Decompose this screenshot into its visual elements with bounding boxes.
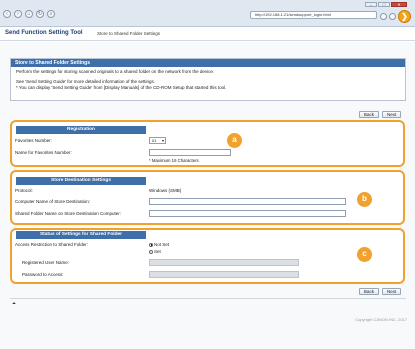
radio-set[interactable]: Set <box>149 249 161 254</box>
favorites-number-select[interactable]: 01 ▾ <box>149 137 166 144</box>
max-characters-note: * Maximum 16 Characters <box>149 158 199 163</box>
go-arrow-icon[interactable]: ❯ <box>398 10 411 23</box>
callout-badge-b: b <box>357 192 372 207</box>
copyright: Copyright CANON INC. 2017 <box>355 317 407 322</box>
access-restriction-label: Access Restriction to Shared Folder: <box>15 242 89 247</box>
maximize-button[interactable]: □ <box>378 2 390 7</box>
store-destination-section: Store Destination Settings Protocol: Win… <box>10 170 405 225</box>
shared-folder-field[interactable] <box>149 210 346 217</box>
top-button-row: Back Next <box>359 111 402 118</box>
app-title: Send Function Setting Tool <box>5 30 83 36</box>
app-header: Send Function Setting Tool Store to Shar… <box>0 27 415 41</box>
refresh-icon[interactable]: ↻ <box>36 10 44 18</box>
star-icon[interactable] <box>380 13 387 20</box>
favorites-number-label: Favorites Number: <box>15 138 53 143</box>
shared-folder-status-section: Status of Settings for Shared Folder Acc… <box>10 228 405 284</box>
computer-name-label: Computer Name of Store Destination: <box>15 199 91 204</box>
protocol-label: Protocol: <box>15 188 33 193</box>
favorites-number-value: 01 <box>152 138 157 143</box>
radio-unselected-icon <box>149 249 153 254</box>
minimize-button[interactable]: – <box>365 2 377 7</box>
back-button[interactable]: Back <box>359 288 380 295</box>
page-breadcrumb: Store to Shared Folder Settings <box>97 31 161 36</box>
registered-user-field[interactable] <box>149 259 299 266</box>
next-button[interactable]: Next <box>382 288 402 295</box>
shared-folder-status-header: Status of Settings for Shared Folder <box>16 231 146 239</box>
gear-icon[interactable] <box>389 13 396 20</box>
favorites-name-field[interactable] <box>149 149 231 156</box>
search-icon[interactable]: ⌕ <box>47 10 55 18</box>
registered-user-label: Registered User Name: <box>22 260 70 265</box>
close-window-button[interactable]: ✕ <box>391 2 407 7</box>
computer-name-field[interactable] <box>149 198 346 205</box>
radio-selected-icon <box>149 242 153 247</box>
registration-section: Registration Favorites Number: 01 ▾ Name… <box>10 120 405 167</box>
info-panel: Store to Shared Folder Settings Perform … <box>10 58 406 101</box>
radio-not-set-label: Not Set <box>154 242 170 247</box>
scroll-top-icon[interactable]: ⏶ <box>12 301 16 307</box>
protocol-value: Windows (SMB) <box>149 188 182 193</box>
store-destination-header: Store Destination Settings <box>16 177 146 185</box>
password-field[interactable] <box>149 271 299 278</box>
browser-nav: ‹ › ⌂ ↻ ⌕ <box>3 10 55 18</box>
favorites-name-label: Name for Favorites Number: <box>15 150 72 155</box>
back-button[interactable]: Back <box>359 111 380 118</box>
browser-chrome: – □ ✕ ‹ › ⌂ ↻ ⌕ http://192.168.1.21/send… <box>0 0 415 27</box>
info-line: * You can display 'Send Setting Guide' f… <box>16 85 227 90</box>
next-button[interactable]: Next <box>382 111 402 118</box>
chevron-down-icon: ▾ <box>161 138 164 143</box>
window-controls: – □ ✕ <box>365 2 407 7</box>
forward-arrow-icon[interactable]: › <box>14 10 22 18</box>
info-title: Store to Shared Folder Settings <box>11 59 405 67</box>
browser-toolbar-icons: ❯ <box>380 10 411 23</box>
info-line: Perform the settings for storing scanned… <box>16 69 215 74</box>
bottom-button-row: Back Next <box>359 288 402 295</box>
shared-folder-label: Shared Folder Name on Store Destination … <box>15 211 122 216</box>
footer-divider <box>10 298 406 299</box>
main-content: Store to Shared Folder Settings Perform … <box>0 42 415 349</box>
back-arrow-icon[interactable]: ‹ <box>3 10 11 18</box>
callout-badge-c: c <box>357 247 372 262</box>
home-icon[interactable]: ⌂ <box>25 10 33 18</box>
radio-set-label: Set <box>154 249 161 254</box>
password-label: Password to Access: <box>22 272 64 277</box>
radio-not-set[interactable]: Not Set <box>149 242 169 247</box>
address-bar[interactable]: http://192.168.1.21/sendsupport_login.ht… <box>250 11 377 19</box>
registration-header: Registration <box>16 126 146 134</box>
callout-badge-a: a <box>227 133 242 148</box>
